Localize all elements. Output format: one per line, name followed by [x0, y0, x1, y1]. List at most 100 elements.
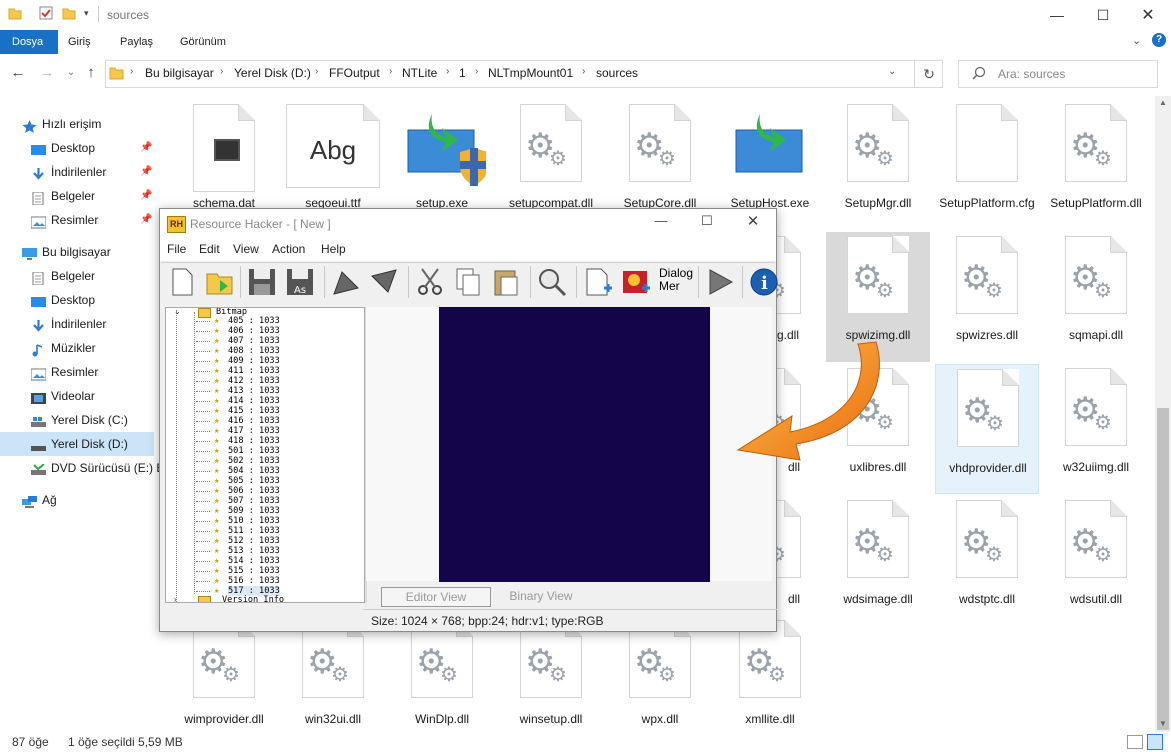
file-setupmgr-dll[interactable]: ⚙ ⚙ SetupMgr.dll [826, 100, 930, 230]
rh-menu-file[interactable]: File [167, 242, 186, 256]
tree-node-bitmap-item[interactable]: ★ 514 : 1033 [196, 556, 280, 566]
large-icons-view-icon[interactable] [1147, 734, 1163, 750]
arrow-back-icon[interactable] [330, 266, 362, 298]
minimize-button[interactable]: — [1034, 0, 1080, 30]
add-image-icon[interactable] [620, 266, 652, 298]
tree-node-bitmap-item[interactable]: ★ 504 : 1033 [196, 466, 280, 476]
crumb-sources[interactable]: sources [596, 66, 638, 80]
refresh-icon[interactable]: ↻ [914, 61, 943, 87]
tab-file[interactable]: Dosya [0, 30, 58, 54]
sidebar-item-documents-pc[interactable]: Belgeler [0, 264, 156, 288]
find-icon[interactable] [536, 266, 568, 298]
arrow-forward-icon[interactable] [368, 266, 400, 298]
sidebar-item-downloads-pc[interactable]: İndirilenler [0, 312, 156, 336]
rh-minimize-button[interactable]: — [646, 213, 676, 228]
tab-share[interactable]: Paylaş [108, 30, 165, 54]
sidebar-item-videos[interactable]: Videolar [0, 384, 156, 408]
file-setupplatform-dll[interactable]: ⚙ ⚙ SetupPlatform.dll [1044, 100, 1148, 230]
sidebar-item-documents[interactable]: Belgeler 📌 [0, 184, 156, 208]
tree-node-bitmap-item[interactable]: ★ 507 : 1033 [196, 496, 280, 506]
file-wdsimage-dll[interactable]: ⚙ ⚙ wdsimage.dll [826, 496, 930, 626]
file-windlp-dll[interactable]: ⚙ ⚙ WinDlp.dll [390, 616, 494, 746]
crumb-drive-d[interactable]: Yerel Disk (D:) [234, 66, 311, 80]
file-wimprovider-dll[interactable]: ⚙ ⚙ wimprovider.dll [172, 616, 276, 746]
tree-node-bitmap-item[interactable]: ★ 510 : 1033 [196, 516, 280, 526]
up-arrow-icon[interactable]: ↑ [80, 62, 102, 84]
sidebar-item-pictures[interactable]: Resimler 📌 [0, 208, 156, 232]
binary-view-tab[interactable]: Binary View [491, 587, 591, 605]
crumb-1[interactable]: 1 [459, 66, 466, 80]
editor-view-tab[interactable]: Editor View [381, 587, 491, 607]
tree-node-bitmap-item[interactable]: ★ 515 : 1033 [196, 566, 280, 576]
file-vhdprovider-dll[interactable]: ⚙ ⚙ vhdprovider.dll [935, 364, 1039, 494]
tree-node-bitmap-item[interactable]: ★ 415 : 1033 [196, 406, 280, 416]
sidebar-item-pictures-pc[interactable]: Resimler [0, 360, 156, 384]
address-history-icon[interactable]: ⌄ [888, 66, 896, 77]
cut-icon[interactable] [414, 266, 446, 298]
tab-home[interactable]: Giriş [56, 30, 103, 54]
file-sqmapi-dll[interactable]: ⚙ ⚙ sqmapi.dll [1044, 232, 1148, 362]
tree-collapse-icon[interactable]: ⌄ [174, 308, 181, 316]
ribbon-expand-icon[interactable]: ⌄ [1132, 34, 1141, 47]
sidebar-item-desktop[interactable]: Desktop 📌 [0, 136, 156, 160]
new-file-icon[interactable] [166, 266, 198, 298]
tree-node-bitmap-item[interactable]: ★ 412 : 1033 [196, 376, 280, 386]
back-arrow-icon[interactable]: ← [7, 62, 29, 84]
sidebar-item-downloads[interactable]: İndirilenler 📌 [0, 160, 156, 184]
dialog-merge-button[interactable]: Dialog Mer [659, 267, 695, 293]
scroll-up-icon[interactable]: ▲ [1159, 98, 1167, 107]
file-xmllite-dll[interactable]: ⚙ ⚙ xmllite.dll [718, 616, 822, 746]
tree-node-bitmap-item[interactable]: ★ 408 : 1033 [196, 346, 280, 356]
folder-icon[interactable] [8, 6, 22, 20]
tree-node-bitmap-item[interactable]: ★ 516 : 1033 [196, 576, 280, 586]
save-as-icon[interactable]: As [284, 266, 316, 298]
tree-node-bitmap-item[interactable]: ★ 512 : 1033 [196, 536, 280, 546]
properties-icon[interactable] [39, 6, 53, 20]
tree-node-bitmap-item[interactable]: ★ 414 : 1033 [196, 396, 280, 406]
maximize-button[interactable]: ☐ [1080, 0, 1126, 30]
rh-maximize-button[interactable]: ☐ [692, 213, 722, 229]
tree-node-bitmap-item[interactable]: ★ 416 : 1033 [196, 416, 280, 426]
crumb-ntlite[interactable]: NTLite [402, 66, 437, 80]
rh-menu-help[interactable]: Help [321, 242, 346, 256]
forward-arrow-icon[interactable]: → [36, 62, 58, 84]
rh-close-button[interactable]: ✕ [738, 212, 768, 230]
tree-node-bitmap-item[interactable]: ★ 509 : 1033 [196, 506, 280, 516]
new-folder-icon[interactable] [62, 6, 76, 20]
copy-icon[interactable] [452, 266, 484, 298]
run-icon[interactable] [704, 266, 736, 298]
resource-tree[interactable]: ⌄ Bitmap ★ 405 : 1033 ★ 406 : 1033 ★ 407 : 10… [165, 307, 365, 603]
file-winsetup-dll[interactable]: ⚙ ⚙ winsetup.dll [499, 616, 603, 746]
file-w32uiimg-dll[interactable]: ⚙ ⚙ w32uiimg.dll [1044, 364, 1148, 494]
tree-node-bitmap-item[interactable]: ★ 505 : 1033 [196, 476, 280, 486]
sidebar-item-quick-access[interactable]: Hızlı erişim [0, 112, 156, 136]
tree-node-bitmap-item[interactable]: ★ 409 : 1033 [196, 356, 280, 366]
open-folder-icon[interactable] [204, 266, 236, 298]
tree-node-bitmap-item[interactable]: ★ 501 : 1033 [196, 446, 280, 456]
help-icon[interactable]: ? [1152, 33, 1166, 47]
sidebar-item-drive-d[interactable]: Yerel Disk (D:) [0, 432, 154, 456]
info-icon[interactable]: i [748, 266, 780, 298]
file-setupplatform-cfg[interactable]: SetupPlatform.cfg [935, 100, 1039, 230]
scroll-down-icon[interactable]: ▼ [1159, 719, 1167, 728]
tree-node-bitmap-item[interactable]: ★ 405 : 1033 [196, 316, 280, 326]
pin-icon[interactable]: 📌 [140, 160, 152, 184]
crumb-nltmpmount01[interactable]: NLTmpMount01 [488, 66, 573, 80]
pin-icon[interactable]: 📌 [140, 184, 152, 208]
save-icon[interactable] [246, 266, 278, 298]
tree-node-bitmap-item[interactable]: ★ 406 : 1033 [196, 326, 280, 336]
sidebar-item-drive-c[interactable]: Yerel Disk (C:) [0, 408, 156, 432]
add-resource-icon[interactable] [582, 266, 614, 298]
sidebar-item-dvd[interactable]: DVD Sürücüsü (E:) E [0, 456, 164, 480]
file-wdstptc-dll[interactable]: ⚙ ⚙ wdstptc.dll [935, 496, 1039, 626]
tree-node-bitmap-item[interactable]: ★ 417 : 1033 [196, 426, 280, 436]
customize-quick-access-icon[interactable]: ▾ [84, 8, 89, 19]
pin-icon[interactable]: 📌 [140, 136, 152, 160]
sidebar-item-desktop-pc[interactable]: Desktop [0, 288, 156, 312]
scrollbar-thumb[interactable] [1157, 408, 1169, 730]
tab-view[interactable]: Görünüm [168, 30, 238, 54]
tree-node-bitmap-item[interactable]: ★ 502 : 1033 [196, 456, 280, 466]
sidebar-item-this-pc[interactable]: Bu bilgisayar [0, 240, 156, 264]
sidebar-item-network[interactable]: Ağ [0, 488, 156, 512]
tree-expand-icon[interactable]: › [174, 595, 177, 602]
